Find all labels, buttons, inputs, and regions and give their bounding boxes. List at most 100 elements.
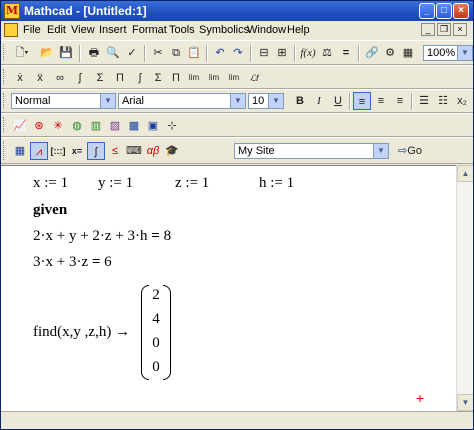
menu-edit[interactable]: Edit — [47, 24, 66, 36]
menu-symbolics[interactable]: Symbolics — [199, 24, 249, 36]
scroll-up-icon[interactable]: ▲ — [457, 165, 473, 182]
given-keyword[interactable]: given — [33, 202, 67, 219]
menu-insert[interactable]: Insert — [99, 24, 127, 36]
font-select[interactable]: Arial ▼ — [118, 93, 246, 109]
numbering-icon[interactable]: ☷ — [434, 92, 452, 110]
menu-file[interactable]: File — [23, 24, 41, 36]
laplace-icon[interactable]: ℒf — [245, 69, 263, 87]
new-icon[interactable]: 🗋▾ — [9, 44, 35, 62]
chevron-down-icon[interactable]: ▼ — [373, 144, 388, 158]
scroll-down-icon[interactable]: ▼ — [457, 394, 473, 411]
maximize-button[interactable]: □ — [436, 3, 452, 19]
undo-icon[interactable]: ↶ — [211, 44, 229, 62]
run-script-icon[interactable]: ▦ — [399, 44, 417, 62]
component-wizard-icon[interactable]: ⚙ — [381, 44, 399, 62]
save-icon[interactable]: 💾 — [57, 44, 75, 62]
align-down-icon[interactable]: ⊞ — [273, 44, 291, 62]
scatter-plot-icon[interactable]: ▨ — [106, 117, 124, 135]
summation-icon[interactable]: Σ — [91, 69, 109, 87]
mathcad-app-icon[interactable]: M — [4, 3, 20, 19]
definition-z[interactable]: z := 1 — [175, 175, 209, 192]
boolean-palette-icon[interactable]: ≤ — [106, 142, 124, 160]
3d-bar-plot-icon[interactable]: ▥ — [87, 117, 105, 135]
cut-icon[interactable]: ✂ — [149, 44, 167, 62]
resource-site-select[interactable]: My Site ▼ — [234, 143, 389, 159]
vertical-scrollbar[interactable]: ▲ ▼ — [456, 165, 473, 411]
graph-palette-icon[interactable]: ⩘ — [30, 142, 48, 160]
open-icon[interactable]: 📂 — [38, 44, 56, 62]
spell-check-icon[interactable]: ✓ — [123, 44, 141, 62]
range-product-icon[interactable]: Π — [167, 69, 185, 87]
infinity-icon[interactable]: ∞ — [51, 69, 69, 87]
polar-plot-icon[interactable]: ⊛ — [30, 117, 48, 135]
toolbar-grip[interactable] — [3, 141, 7, 160]
definition-h[interactable]: h := 1 — [259, 175, 294, 192]
definition-y[interactable]: y := 1 — [98, 175, 133, 192]
italic-button[interactable]: I — [310, 92, 328, 110]
doc-close-button[interactable]: × — [453, 23, 467, 36]
menu-window[interactable]: Window — [247, 24, 286, 36]
toolbar-grip[interactable] — [3, 117, 7, 133]
chevron-down-icon[interactable]: ▼ — [268, 94, 283, 108]
zoom-select[interactable]: 100% ▼ — [423, 45, 473, 61]
range-sum-icon[interactable]: Σ — [149, 69, 167, 87]
xy-plot-icon[interactable]: 📈 — [11, 117, 29, 135]
product-icon[interactable]: Π — [111, 69, 129, 87]
greek-palette-icon[interactable]: αβ — [144, 142, 162, 160]
underline-button[interactable]: U — [329, 92, 347, 110]
doc-restore-button[interactable]: ❐ — [437, 23, 451, 36]
align-left-icon[interactable]: ≡ — [353, 92, 371, 110]
right-limit-icon[interactable]: lim — [205, 69, 223, 87]
evaluation-palette-icon[interactable]: x= — [68, 142, 86, 160]
bold-button[interactable]: B — [291, 92, 309, 110]
trace-icon[interactable]: ⊹ — [163, 117, 181, 135]
find-expression[interactable]: find(x,y ,z,h) → — [33, 324, 130, 341]
doc-minimize-button[interactable]: _ — [421, 23, 435, 36]
insert-unit-icon[interactable]: ⚖ — [318, 44, 336, 62]
calculator-palette-icon[interactable]: ▦ — [11, 142, 29, 160]
toolbar-grip[interactable] — [3, 69, 7, 85]
result-vector[interactable]: 2 4 0 0 — [141, 285, 171, 380]
title-bar[interactable]: M Mathcad - [Untitled:1] _ □ × — [1, 1, 473, 21]
style-select[interactable]: Normal ▼ — [11, 93, 116, 109]
toolbar-grip[interactable] — [3, 44, 7, 61]
subscript-icon[interactable]: x₂ — [453, 92, 471, 110]
definition-x[interactable]: x := 1 — [33, 175, 68, 192]
align-center-icon[interactable]: ≡ — [372, 92, 390, 110]
chevron-down-icon[interactable]: ▼ — [230, 94, 245, 108]
copy-icon[interactable]: ⧉ — [167, 44, 185, 62]
document-icon[interactable] — [4, 23, 18, 37]
close-button[interactable]: × — [453, 3, 469, 19]
size-select[interactable]: 10 ▼ — [248, 93, 284, 109]
bullets-icon[interactable]: ☰ — [415, 92, 433, 110]
align-right-icon[interactable]: ≡ — [391, 92, 409, 110]
constraint-2[interactable]: 3·x + 3·z = 6 — [33, 254, 112, 271]
left-limit-icon[interactable]: lim — [225, 69, 243, 87]
symbolic-palette-icon[interactable]: 🎓 — [163, 142, 181, 160]
derivative-icon[interactable]: ẋ — [11, 69, 29, 87]
worksheet-area[interactable]: x := 1 y := 1 z := 1 h := 1 given 2·x + … — [1, 165, 456, 412]
nth-derivative-icon[interactable]: ẍ — [31, 69, 49, 87]
indefinite-integral-icon[interactable]: ∫ — [131, 69, 149, 87]
surface-plot-icon[interactable]: ✳ — [49, 117, 67, 135]
calculate-icon[interactable]: = — [337, 44, 355, 62]
minimize-button[interactable]: _ — [419, 3, 435, 19]
insert-function-icon[interactable]: f(x) — [299, 44, 317, 62]
definite-integral-icon[interactable]: ∫ — [71, 69, 89, 87]
menu-view[interactable]: View — [71, 24, 95, 36]
matrix-palette-icon[interactable]: [:::] — [49, 142, 67, 160]
paste-icon[interactable]: 📋 — [185, 44, 203, 62]
limit-icon[interactable]: lim — [185, 69, 203, 87]
align-across-icon[interactable]: ⊟ — [255, 44, 273, 62]
programming-palette-icon[interactable]: ⌨ — [125, 142, 143, 160]
insert-hyperlink-icon[interactable]: 🔗 — [363, 44, 381, 62]
menu-format[interactable]: Format — [132, 24, 167, 36]
menu-help[interactable]: Help — [287, 24, 310, 36]
print-preview-icon[interactable]: 🔍 — [104, 44, 122, 62]
print-icon[interactable]: 🖶 — [85, 44, 103, 62]
go-button[interactable]: ⇨Go — [393, 142, 427, 160]
vector-field-plot-icon[interactable]: ▩ — [125, 117, 143, 135]
chevron-down-icon[interactable]: ▼ — [457, 46, 472, 60]
toolbar-grip[interactable] — [3, 93, 7, 109]
calculus-palette-icon[interactable]: ∫ — [87, 142, 105, 160]
